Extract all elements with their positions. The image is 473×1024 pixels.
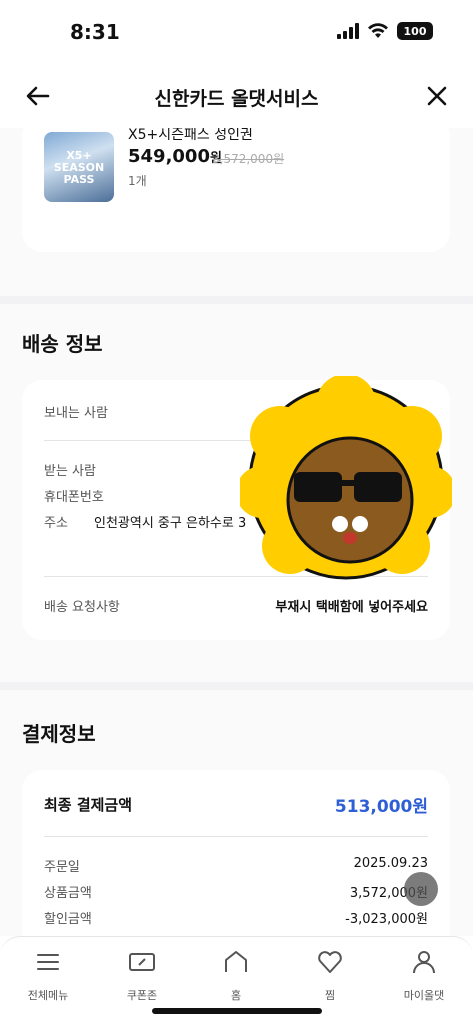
product-thumbnail: X5+ SEASON PASS xyxy=(44,132,114,202)
home-indicator xyxy=(152,1008,322,1014)
address-label: 주소 xyxy=(44,516,68,531)
request-value: 부재시 택배함에 넣어주세요 xyxy=(275,600,428,615)
heart-icon xyxy=(318,951,342,973)
status-time: 8:31 xyxy=(70,20,120,44)
nav-home[interactable]: 홈 xyxy=(196,947,276,1003)
phone-label: 휴대폰번호 xyxy=(44,490,104,505)
content-scroll[interactable]: X5+ SEASON PASS X5+시즌패스 성인권 549,000원 3,5… xyxy=(0,128,473,936)
wifi-icon xyxy=(368,23,388,38)
thumbnail-text: X5+ SEASON PASS xyxy=(53,149,105,186)
page-title: 신한카드 올댓서비스 xyxy=(154,88,319,110)
nav-coupon[interactable]: 쿠폰존 xyxy=(102,947,182,1003)
coupon-icon xyxy=(129,953,155,971)
order-date-label: 주문일 xyxy=(44,860,80,875)
product-original-price: 3,572,000원 xyxy=(212,152,285,166)
discount-value: -3,023,000원 xyxy=(345,912,428,927)
nav-menu[interactable]: 전체메뉴 xyxy=(8,947,88,1003)
signal-icon xyxy=(337,23,359,39)
product-price: 549,000원 xyxy=(128,146,222,167)
divider xyxy=(44,836,428,837)
person-icon xyxy=(413,951,435,974)
product-price-value: 549,000 xyxy=(128,146,210,167)
nav-menu-label: 전체메뉴 xyxy=(27,989,69,1002)
header: 신한카드 올댓서비스 xyxy=(0,64,473,128)
home-icon xyxy=(225,951,247,972)
scroll-top-button[interactable] xyxy=(404,872,438,906)
nav-coupon-label: 쿠폰존 xyxy=(126,989,158,1002)
nav-wishlist[interactable]: 찜 xyxy=(290,947,370,1003)
product-name: X5+시즌패스 성인권 xyxy=(128,128,253,143)
order-date-value: 2025.09.23 xyxy=(353,856,428,871)
payment-title: 결제정보 xyxy=(22,722,96,746)
discount-label: 할인금액 xyxy=(44,912,92,927)
product-card[interactable]: X5+ SEASON PASS X5+시즌패스 성인권 549,000원 3,5… xyxy=(22,128,450,252)
character-sticker xyxy=(240,376,452,580)
total-value: 513,000원 xyxy=(334,797,428,817)
nav-my-label: 마이올댓 xyxy=(403,989,445,1002)
product-quantity: 1개 xyxy=(128,174,147,188)
battery-icon: 100 xyxy=(397,22,433,40)
request-label: 배송 요청사항 xyxy=(44,600,120,615)
nav-wishlist-label: 찜 xyxy=(324,989,336,1002)
receiver-label: 받는 사람 xyxy=(44,464,96,479)
address-value: 인천광역시 중구 은하수로 3 xyxy=(94,516,247,531)
nav-my[interactable]: 마이올댓 xyxy=(384,947,464,1003)
product-amount-label: 상품금액 xyxy=(44,886,92,901)
nav-home-label: 홈 xyxy=(230,989,242,1002)
payment-card: 최종 결제금액 513,000원 주문일 2025.09.23 상품금액 3,5… xyxy=(22,770,450,936)
menu-icon xyxy=(37,954,59,970)
total-label: 최종 결제금액 xyxy=(44,796,133,814)
sender-label: 보내는 사람 xyxy=(44,406,108,421)
status-icons: 100 xyxy=(337,22,433,40)
close-icon[interactable] xyxy=(423,82,451,110)
status-bar: 8:31 100 xyxy=(0,0,473,64)
shipping-title: 배송 정보 xyxy=(22,332,103,356)
